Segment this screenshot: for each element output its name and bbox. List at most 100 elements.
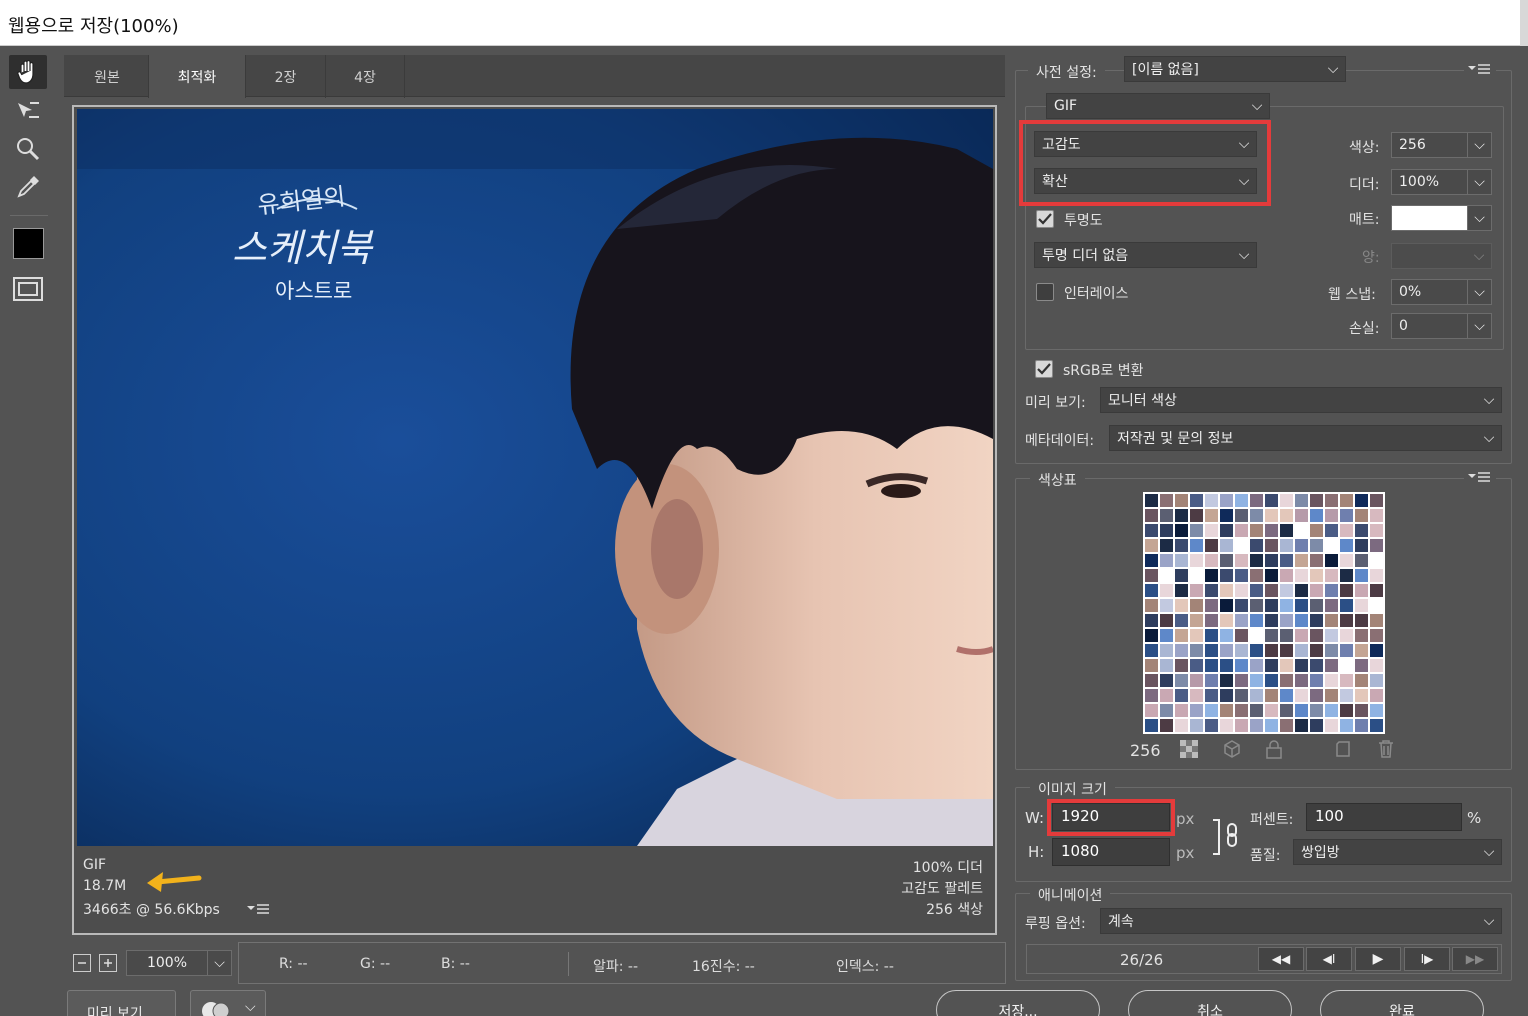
done-button[interactable]: 완료: [1320, 990, 1484, 1016]
constrain-proportions-button[interactable]: [1210, 818, 1242, 860]
palette-swatch[interactable]: [1235, 659, 1248, 672]
palette-swatch[interactable]: [1235, 689, 1248, 702]
palette-swatch[interactable]: [1310, 659, 1323, 672]
palette-swatch[interactable]: [1340, 644, 1353, 657]
palette-swatch[interactable]: [1250, 554, 1263, 567]
zoom-out-button[interactable]: [73, 954, 91, 972]
previous-frame-button[interactable]: ◀I: [1306, 947, 1352, 971]
palette-swatch[interactable]: [1310, 539, 1323, 552]
zoom-in-button[interactable]: [99, 954, 117, 972]
palette-swatch[interactable]: [1190, 569, 1203, 582]
palette-swatch[interactable]: [1310, 494, 1323, 507]
palette-swatch[interactable]: [1175, 704, 1188, 717]
palette-swatch[interactable]: [1370, 539, 1383, 552]
palette-swatch[interactable]: [1355, 509, 1368, 522]
palette-swatch[interactable]: [1310, 569, 1323, 582]
save-button[interactable]: 저장...: [936, 990, 1100, 1016]
color-palette-grid[interactable]: [1143, 492, 1385, 734]
palette-swatch[interactable]: [1310, 509, 1323, 522]
eyedropper-tool[interactable]: [9, 170, 47, 204]
palette-swatch[interactable]: [1295, 614, 1308, 627]
palette-swatch[interactable]: [1355, 524, 1368, 537]
play-button[interactable]: ▶: [1355, 947, 1401, 971]
palette-swatch[interactable]: [1190, 494, 1203, 507]
palette-swatch[interactable]: [1160, 524, 1173, 537]
palette-swatch[interactable]: [1145, 614, 1158, 627]
palette-swatch[interactable]: [1235, 539, 1248, 552]
palette-swatch[interactable]: [1145, 704, 1158, 717]
percent-input[interactable]: 100: [1306, 803, 1462, 831]
palette-swatch[interactable]: [1325, 599, 1338, 612]
palette-swatch[interactable]: [1235, 614, 1248, 627]
palette-swatch[interactable]: [1265, 599, 1278, 612]
palette-swatch[interactable]: [1190, 704, 1203, 717]
palette-swatch[interactable]: [1250, 719, 1263, 732]
palette-swatch[interactable]: [1265, 689, 1278, 702]
palette-swatch[interactable]: [1280, 539, 1293, 552]
palette-swatch[interactable]: [1310, 629, 1323, 642]
palette-swatch[interactable]: [1160, 689, 1173, 702]
palette-swatch[interactable]: [1325, 584, 1338, 597]
palette-swatch[interactable]: [1160, 704, 1173, 717]
palette-swatch[interactable]: [1265, 719, 1278, 732]
palette-swatch[interactable]: [1370, 659, 1383, 672]
palette-swatch[interactable]: [1370, 674, 1383, 687]
palette-swatch[interactable]: [1325, 569, 1338, 582]
palette-swatch[interactable]: [1160, 719, 1173, 732]
palette-swatch[interactable]: [1325, 674, 1338, 687]
palette-swatch[interactable]: [1295, 719, 1308, 732]
palette-swatch[interactable]: [1265, 584, 1278, 597]
palette-swatch[interactable]: [1250, 704, 1263, 717]
palette-swatch[interactable]: [1220, 659, 1233, 672]
palette-swatch[interactable]: [1280, 509, 1293, 522]
srgb-checkbox[interactable]: [1035, 360, 1053, 378]
palette-swatch[interactable]: [1340, 569, 1353, 582]
palette-swatch[interactable]: [1220, 494, 1233, 507]
palette-swatch[interactable]: [1340, 674, 1353, 687]
palette-swatch[interactable]: [1190, 554, 1203, 567]
quality-select[interactable]: 쌍입방 ⌵: [1293, 839, 1502, 865]
palette-swatch[interactable]: [1205, 494, 1218, 507]
palette-swatch[interactable]: [1190, 509, 1203, 522]
palette-swatch[interactable]: [1250, 614, 1263, 627]
palette-swatch[interactable]: [1325, 554, 1338, 567]
palette-swatch[interactable]: [1175, 494, 1188, 507]
palette-swatch[interactable]: [1325, 704, 1338, 717]
palette-swatch[interactable]: [1220, 614, 1233, 627]
palette-swatch[interactable]: [1220, 569, 1233, 582]
palette-swatch[interactable]: [1175, 674, 1188, 687]
palette-swatch[interactable]: [1205, 554, 1218, 567]
palette-swatch[interactable]: [1220, 539, 1233, 552]
format-select[interactable]: GIF ⌵: [1046, 93, 1270, 119]
palette-swatch[interactable]: [1265, 539, 1278, 552]
palette-swatch[interactable]: [1235, 584, 1248, 597]
palette-swatch[interactable]: [1145, 494, 1158, 507]
palette-swatch[interactable]: [1175, 689, 1188, 702]
palette-swatch[interactable]: [1370, 629, 1383, 642]
palette-swatch[interactable]: [1250, 539, 1263, 552]
palette-swatch[interactable]: [1325, 524, 1338, 537]
palette-swatch[interactable]: [1280, 674, 1293, 687]
zoom-select[interactable]: 100% ⌵: [126, 950, 232, 976]
palette-swatch[interactable]: [1265, 674, 1278, 687]
palette-swatch[interactable]: [1205, 629, 1218, 642]
palette-swatch[interactable]: [1145, 554, 1158, 567]
palette-swatch[interactable]: [1145, 524, 1158, 537]
palette-swatch[interactable]: [1160, 584, 1173, 597]
palette-swatch[interactable]: [1175, 719, 1188, 732]
loop-select[interactable]: 계속 ⌵: [1100, 908, 1502, 934]
palette-swatch[interactable]: [1160, 629, 1173, 642]
palette-swatch[interactable]: [1355, 659, 1368, 672]
palette-swatch[interactable]: [1295, 629, 1308, 642]
transparency-dither-select[interactable]: 투명 디더 없음 ⌵: [1034, 242, 1257, 268]
palette-swatch[interactable]: [1370, 584, 1383, 597]
interlace-checkbox[interactable]: [1036, 283, 1054, 301]
palette-swatch[interactable]: [1205, 509, 1218, 522]
tab-2up[interactable]: 2장: [246, 55, 326, 98]
transparency-checkbox[interactable]: [1036, 210, 1054, 228]
palette-swatch[interactable]: [1370, 569, 1383, 582]
palette-swatch[interactable]: [1325, 494, 1338, 507]
palette-swatch[interactable]: [1145, 674, 1158, 687]
palette-swatch[interactable]: [1265, 494, 1278, 507]
palette-swatch[interactable]: [1250, 494, 1263, 507]
